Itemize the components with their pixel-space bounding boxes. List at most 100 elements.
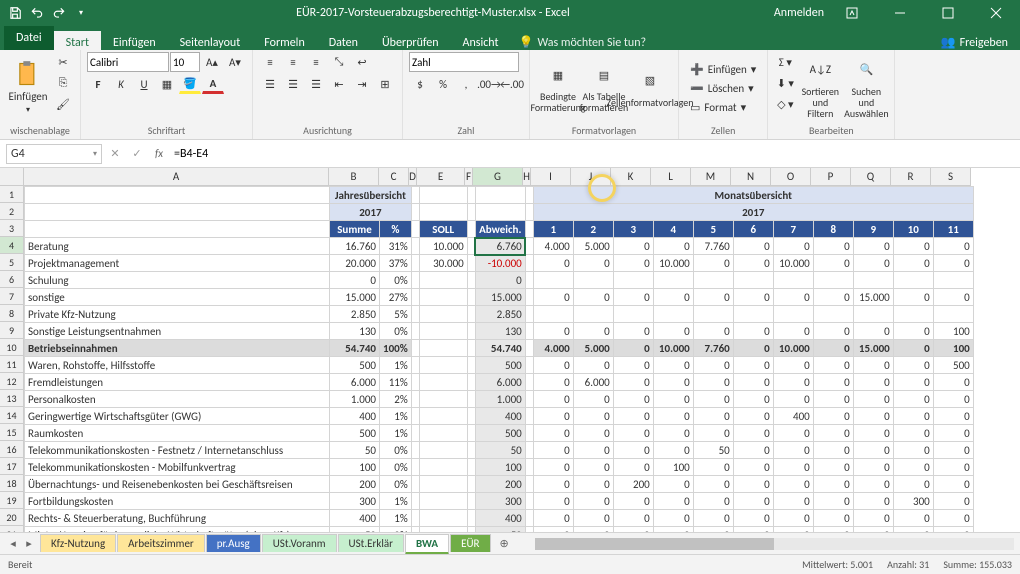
cell[interactable]: 4.000: [533, 238, 573, 255]
cell[interactable]: [525, 442, 533, 459]
cell[interactable]: 0: [693, 374, 733, 391]
cell[interactable]: 100: [330, 459, 380, 476]
cell[interactable]: 0: [893, 459, 933, 476]
cell[interactable]: 0: [693, 527, 733, 533]
signin-link[interactable]: Anmelden: [774, 6, 824, 20]
cell[interactable]: 100%: [380, 340, 412, 357]
cell[interactable]: [853, 306, 893, 323]
cell[interactable]: 400: [475, 510, 525, 527]
cell[interactable]: 0: [613, 425, 653, 442]
cell[interactable]: 0: [733, 391, 773, 408]
cell[interactable]: 0: [573, 510, 613, 527]
cell[interactable]: 15.000: [853, 289, 893, 306]
cell[interactable]: 0: [813, 289, 853, 306]
cell[interactable]: 0: [733, 374, 773, 391]
underline-icon[interactable]: U: [133, 74, 155, 94]
cell[interactable]: 0: [813, 340, 853, 357]
cell[interactable]: 10.000: [773, 255, 813, 272]
cell[interactable]: 0: [573, 442, 613, 459]
cell[interactable]: [773, 306, 813, 323]
cell[interactable]: 0: [533, 374, 573, 391]
cell[interactable]: 0: [813, 323, 853, 340]
cell[interactable]: 0: [813, 425, 853, 442]
cell[interactable]: 7.760: [693, 340, 733, 357]
cell[interactable]: [467, 289, 475, 306]
cell[interactable]: SOLL: [419, 221, 467, 238]
cell[interactable]: [525, 510, 533, 527]
cell[interactable]: [411, 340, 419, 357]
cell[interactable]: [419, 187, 467, 204]
cell[interactable]: 0: [613, 493, 653, 510]
cell[interactable]: 0: [813, 459, 853, 476]
cell[interactable]: 0: [933, 408, 973, 425]
cell[interactable]: [25, 221, 330, 238]
cell[interactable]: [525, 408, 533, 425]
cell[interactable]: 2: [573, 221, 613, 238]
cell[interactable]: 1.000: [475, 391, 525, 408]
col-header-H[interactable]: H: [523, 168, 531, 186]
cell[interactable]: 4.000: [533, 340, 573, 357]
cell[interactable]: 0: [773, 357, 813, 374]
cell[interactable]: 0: [933, 238, 973, 255]
cell[interactable]: [467, 408, 475, 425]
cell[interactable]: 0: [813, 391, 853, 408]
cell[interactable]: [693, 306, 733, 323]
cell[interactable]: 30.000: [419, 255, 467, 272]
cell[interactable]: 8: [813, 221, 853, 238]
cell[interactable]: 1: [533, 221, 573, 238]
cut-icon[interactable]: ✂: [52, 52, 74, 72]
percent-icon[interactable]: %: [432, 74, 454, 94]
cell[interactable]: 0: [573, 459, 613, 476]
cell[interactable]: 2017: [533, 204, 973, 221]
cell[interactable]: Übernachtungs- und Reisenebenkosten bei …: [25, 476, 330, 493]
cell[interactable]: 0: [533, 255, 573, 272]
cell[interactable]: 0: [693, 357, 733, 374]
cell[interactable]: 54.740: [330, 340, 380, 357]
cell[interactable]: [525, 374, 533, 391]
align-right-icon[interactable]: ☰: [305, 74, 327, 94]
redo-icon[interactable]: [48, 2, 70, 24]
cell[interactable]: 0: [475, 272, 525, 289]
cell[interactable]: 0: [773, 374, 813, 391]
cell[interactable]: 6.000: [330, 374, 380, 391]
cell[interactable]: 11%: [380, 374, 412, 391]
cell[interactable]: 20.000: [330, 255, 380, 272]
cell[interactable]: 0: [813, 493, 853, 510]
cell[interactable]: 37%: [380, 255, 412, 272]
cell[interactable]: [525, 425, 533, 442]
close-icon[interactable]: [976, 0, 1016, 26]
row-header-11[interactable]: 11: [0, 356, 24, 373]
cell[interactable]: 1%: [380, 493, 412, 510]
cell[interactable]: Fremdleistungen: [25, 374, 330, 391]
cell[interactable]: [411, 255, 419, 272]
cell[interactable]: [525, 306, 533, 323]
cell[interactable]: 10.000: [653, 255, 693, 272]
cell[interactable]: 0: [853, 323, 893, 340]
fill-color-icon[interactable]: 🪣: [179, 74, 201, 94]
cell[interactable]: 0: [733, 340, 773, 357]
cell[interactable]: [525, 255, 533, 272]
cell[interactable]: 0: [773, 238, 813, 255]
cell[interactable]: [411, 425, 419, 442]
cell[interactable]: [813, 272, 853, 289]
minimize-icon[interactable]: [880, 0, 920, 26]
clear-icon[interactable]: ◇ ▾: [774, 94, 796, 114]
align-top-icon[interactable]: ≡: [259, 52, 281, 72]
cell[interactable]: 0: [613, 408, 653, 425]
col-header-F[interactable]: F: [465, 168, 473, 186]
cell[interactable]: [467, 459, 475, 476]
decrease-font-icon[interactable]: A▾: [224, 52, 246, 72]
name-box[interactable]: G4▾: [6, 144, 102, 164]
cell[interactable]: 0: [813, 510, 853, 527]
cell[interactable]: 0: [733, 527, 773, 533]
cell[interactable]: 1.000: [330, 391, 380, 408]
cell[interactable]: 2.850: [330, 306, 380, 323]
cell[interactable]: 400: [330, 408, 380, 425]
cell[interactable]: 0: [853, 476, 893, 493]
cell[interactable]: [419, 289, 467, 306]
row-header-4[interactable]: 4: [0, 237, 24, 254]
cell[interactable]: 0: [733, 493, 773, 510]
cell[interactable]: 0: [693, 255, 733, 272]
cell[interactable]: 0: [893, 510, 933, 527]
cell[interactable]: [773, 272, 813, 289]
